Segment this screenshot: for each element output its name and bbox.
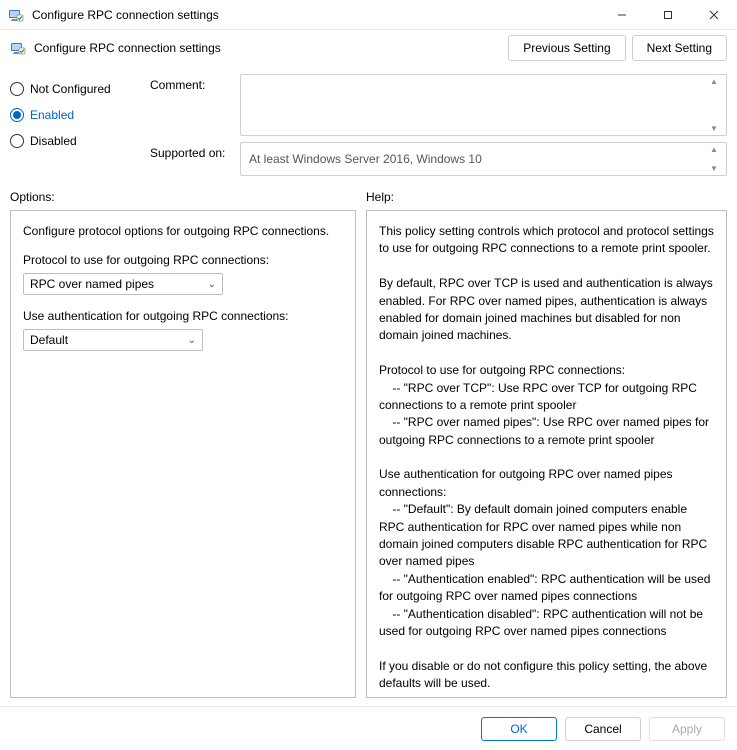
help-panel: This policy setting controls which proto… xyxy=(366,210,727,698)
chevron-down-icon: ⌄ xyxy=(188,335,196,346)
supported-label: Supported on: xyxy=(150,142,240,160)
previous-setting-button[interactable]: Previous Setting xyxy=(508,35,625,61)
auth-value: Default xyxy=(30,333,68,347)
radio-icon xyxy=(10,108,24,122)
app-icon xyxy=(8,7,24,23)
comment-input[interactable]: ▲▼ xyxy=(240,74,727,136)
radio-label: Not Configured xyxy=(30,82,111,96)
help-header: Help: xyxy=(366,190,727,204)
radio-disabled[interactable]: Disabled xyxy=(10,134,150,148)
protocol-value: RPC over named pipes xyxy=(30,277,154,291)
chevron-down-icon: ▼ xyxy=(710,124,724,133)
comment-label: Comment: xyxy=(150,74,240,92)
chevron-down-icon: ▼ xyxy=(710,164,724,173)
protocol-select[interactable]: RPC over named pipes ⌄ xyxy=(23,273,223,295)
scroll-arrows[interactable]: ▲▼ xyxy=(710,75,724,135)
supported-on-value: At least Windows Server 2016, Windows 10 xyxy=(249,152,482,166)
ok-button[interactable]: OK xyxy=(481,717,557,741)
minimize-button[interactable] xyxy=(599,0,645,30)
radio-label: Disabled xyxy=(30,134,77,148)
options-description: Configure protocol options for outgoing … xyxy=(23,223,343,239)
radio-icon xyxy=(10,82,24,96)
help-text: This policy setting controls which proto… xyxy=(379,223,714,693)
scroll-arrows[interactable]: ▲▼ xyxy=(710,143,724,175)
chevron-up-icon: ▲ xyxy=(710,77,724,86)
radio-label: Enabled xyxy=(30,108,74,122)
radio-icon xyxy=(10,134,24,148)
chevron-down-icon: ⌄ xyxy=(208,279,216,290)
auth-select[interactable]: Default ⌄ xyxy=(23,329,203,351)
options-panel: Configure protocol options for outgoing … xyxy=(10,210,356,698)
policy-title: Configure RPC connection settings xyxy=(34,41,508,55)
policy-icon xyxy=(10,40,26,56)
radio-not-configured[interactable]: Not Configured xyxy=(10,82,150,96)
window-title: Configure RPC connection settings xyxy=(32,8,599,22)
chevron-up-icon: ▲ xyxy=(710,145,724,154)
close-button[interactable] xyxy=(691,0,737,30)
cancel-button[interactable]: Cancel xyxy=(565,717,641,741)
radio-enabled[interactable]: Enabled xyxy=(10,108,150,122)
auth-label: Use authentication for outgoing RPC conn… xyxy=(23,309,343,323)
next-setting-button[interactable]: Next Setting xyxy=(632,35,727,61)
options-header: Options: xyxy=(10,190,356,204)
maximize-button[interactable] xyxy=(645,0,691,30)
apply-button[interactable]: Apply xyxy=(649,717,725,741)
protocol-label: Protocol to use for outgoing RPC connect… xyxy=(23,253,343,267)
supported-on-field: At least Windows Server 2016, Windows 10… xyxy=(240,142,727,176)
